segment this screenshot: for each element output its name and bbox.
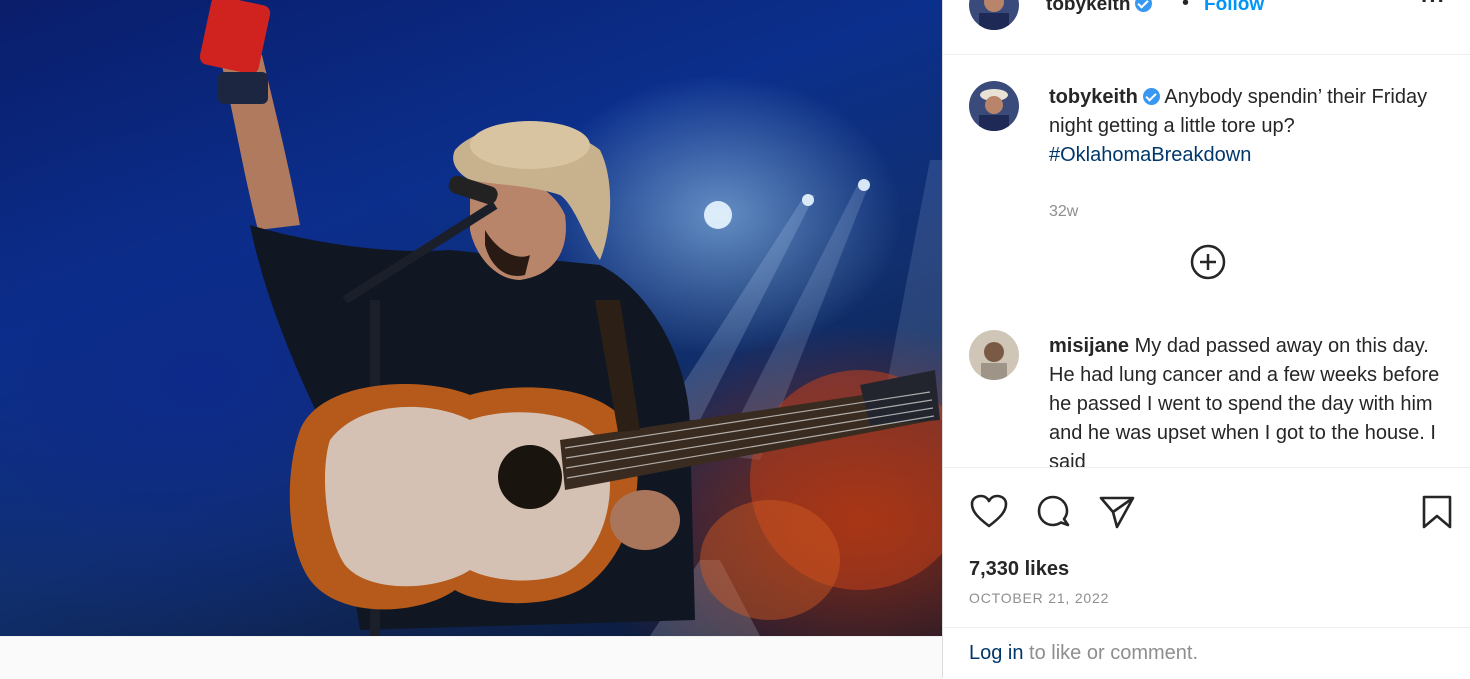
comment-username[interactable]: misijane xyxy=(1049,335,1129,357)
load-more-comments-button[interactable] xyxy=(1189,243,1227,281)
comment-button[interactable] xyxy=(1033,492,1073,532)
plus-circle-icon xyxy=(1190,244,1226,280)
caption-text: tobykeith Anybody spendin’ their Friday … xyxy=(1049,83,1449,170)
save-button[interactable] xyxy=(1417,492,1457,532)
follow-button[interactable]: Follow xyxy=(1204,0,1264,16)
verified-badge-icon xyxy=(1135,0,1153,12)
post-photo[interactable] xyxy=(0,0,942,636)
heart-icon xyxy=(970,494,1008,528)
author-username-text[interactable]: tobykeith xyxy=(1046,0,1130,15)
verified-badge-icon xyxy=(1142,88,1160,105)
caption-author-avatar[interactable] xyxy=(969,81,1019,131)
post-header: tobykeith • Follow ··· xyxy=(943,0,1470,55)
post-age: 32w xyxy=(1049,203,1079,220)
caption-username[interactable]: tobykeith xyxy=(1049,86,1138,108)
bookmark-icon xyxy=(1422,495,1452,529)
concert-photo xyxy=(199,0,942,636)
comment-icon xyxy=(1037,495,1070,527)
hashtag-link[interactable]: #OklahomaBreakdown xyxy=(1049,144,1251,166)
login-prompt-text: Log in to like or comment. xyxy=(969,642,1198,665)
comment-text: misijane My dad passed away on this day.… xyxy=(1049,332,1459,467)
more-options-icon[interactable]: ··· xyxy=(1421,0,1446,14)
share-icon xyxy=(1099,496,1135,529)
author-avatar[interactable] xyxy=(969,0,1019,30)
commenter-avatar[interactable] xyxy=(969,330,1019,380)
share-button[interactable] xyxy=(1097,492,1137,532)
login-prompt: Log in to like or comment. xyxy=(943,627,1470,679)
likes-count[interactable]: 7,330 likes xyxy=(969,558,1069,581)
post-date: OCTOBER 21, 2022 xyxy=(969,590,1110,606)
post-details-pane: tobykeith • Follow ··· tobykeith Anybody… xyxy=(942,0,1470,678)
author-username[interactable]: tobykeith xyxy=(1046,0,1153,16)
comments-list[interactable]: tobykeith Anybody spendin’ their Friday … xyxy=(943,55,1470,467)
photo-footer-strip xyxy=(0,636,942,679)
login-prompt-rest: to like or comment. xyxy=(1023,642,1199,664)
like-button[interactable] xyxy=(969,492,1009,532)
login-link[interactable]: Log in xyxy=(969,642,1024,664)
header-separator: • xyxy=(1182,0,1190,14)
post-actions: 7,330 likes OCTOBER 21, 2022 xyxy=(943,467,1470,628)
